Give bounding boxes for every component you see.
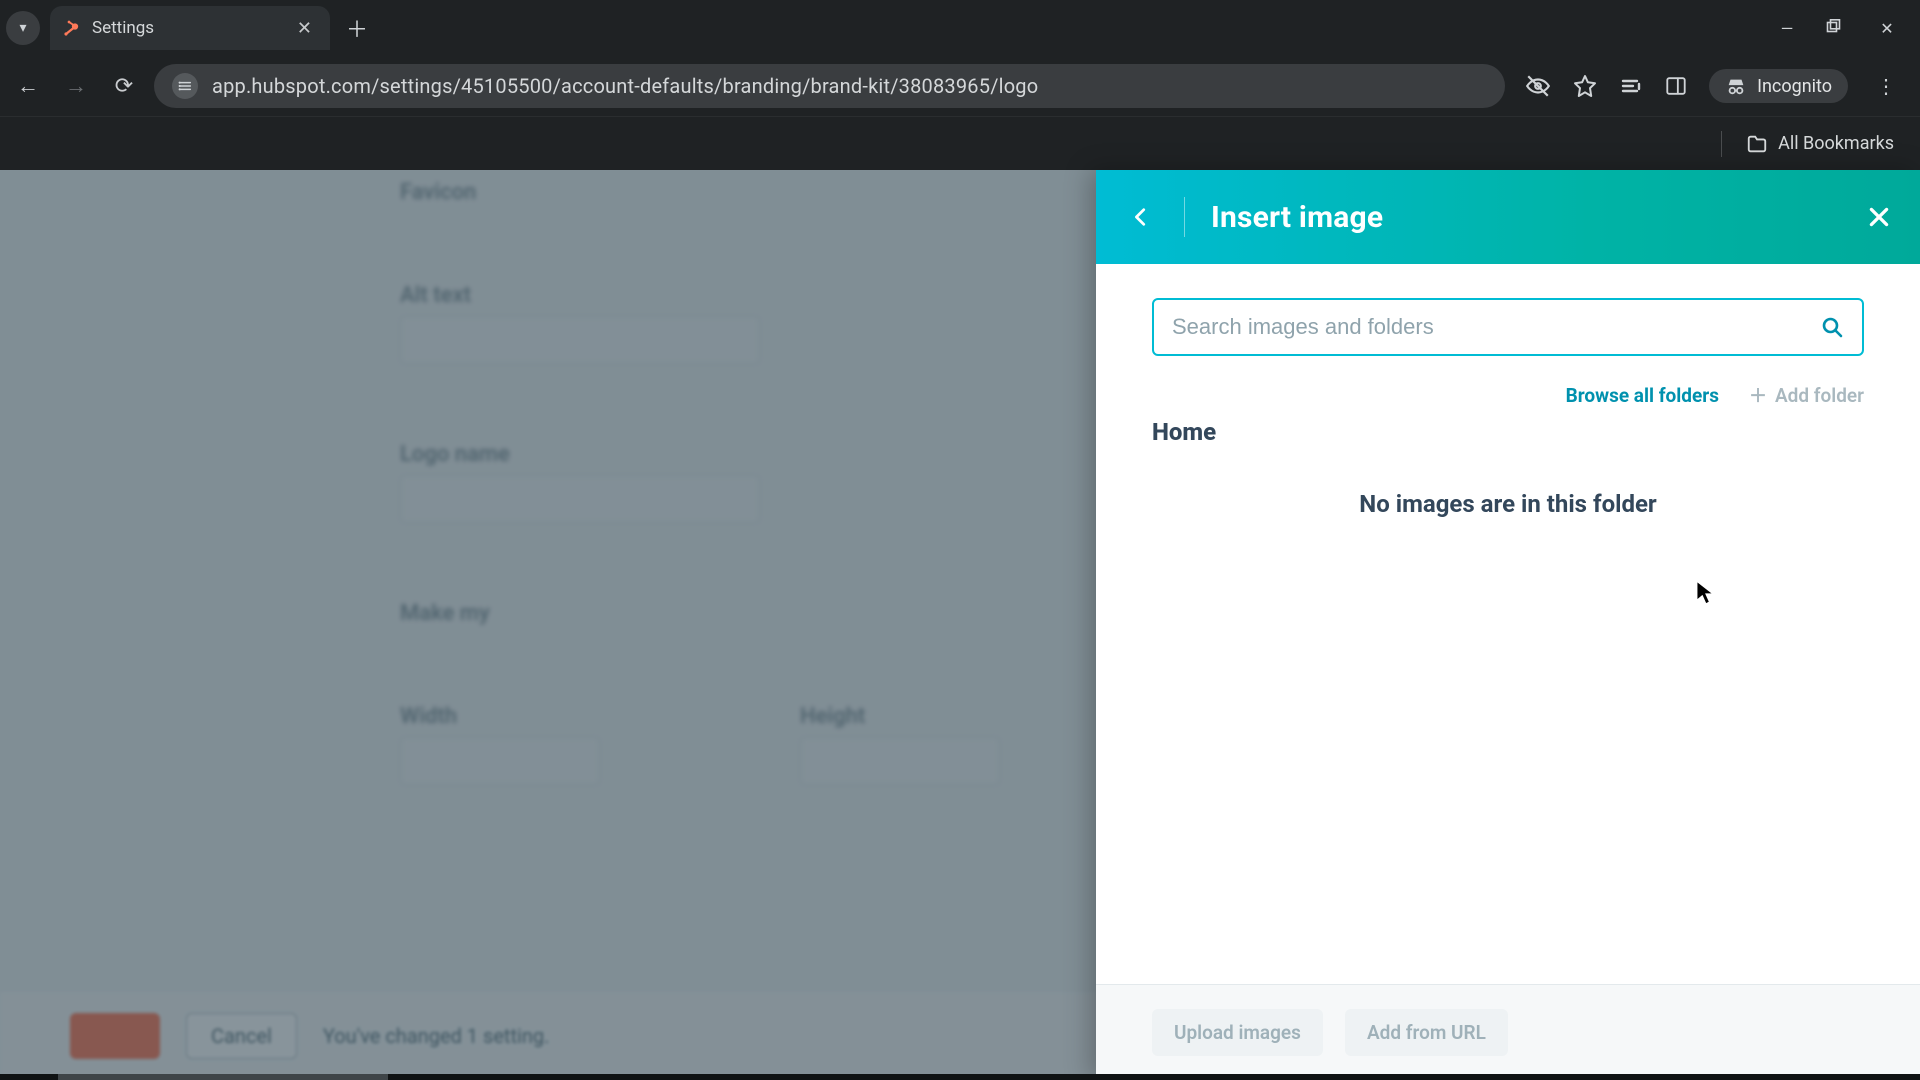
browse-all-folders-link[interactable]: Browse all folders — [1566, 384, 1719, 407]
insert-image-panel: Insert image Browse all folders ＋ Add fo… — [1096, 170, 1920, 1080]
tab-search-button[interactable]: ▾ — [6, 11, 40, 45]
address-bar[interactable]: app.hubspot.com/settings/45105500/accoun… — [154, 64, 1505, 108]
titlebar: ▾ Settings ✕ ＋ — ✕ — [0, 0, 1920, 56]
nav-back-button[interactable]: ← — [10, 68, 46, 104]
mouse-cursor-icon — [1696, 580, 1714, 606]
header-divider — [1184, 197, 1185, 237]
address-bar-row: ← → ⟳ app.hubspot.com/settings/45105500/… — [0, 56, 1920, 116]
incognito-label: Incognito — [1757, 76, 1832, 97]
chevron-left-icon — [1130, 206, 1152, 228]
new-tab-button[interactable]: ＋ — [330, 12, 384, 44]
add-folder-button[interactable]: ＋ Add folder — [1749, 382, 1864, 408]
empty-state-message: No images are in this folder — [1152, 490, 1864, 518]
page-viewport: Favicon Alt text Logo name Make my Width… — [0, 170, 1920, 1080]
panel-title: Insert image — [1211, 200, 1383, 235]
all-bookmarks-button[interactable]: All Bookmarks — [1746, 133, 1894, 155]
hubspot-favicon — [62, 18, 82, 38]
panel-header: Insert image — [1096, 170, 1920, 264]
search-input[interactable] — [1172, 314, 1820, 340]
tab-close-button[interactable]: ✕ — [297, 18, 312, 39]
add-folder-label: Add folder — [1775, 384, 1864, 407]
search-field-wrap[interactable] — [1152, 298, 1864, 356]
browser-chrome: ▾ Settings ✕ ＋ — ✕ ← → ⟳ app.hubspot.com… — [0, 0, 1920, 170]
incognito-chip[interactable]: Incognito — [1709, 69, 1848, 103]
all-bookmarks-label: All Bookmarks — [1778, 133, 1894, 154]
sidepanel-icon[interactable] — [1665, 75, 1687, 97]
search-icon[interactable] — [1820, 315, 1844, 339]
incognito-icon — [1725, 75, 1747, 97]
os-taskbar — [0, 1074, 1920, 1080]
window-minimize-button[interactable]: — — [1776, 19, 1798, 38]
window-controls: — ✕ — [1776, 19, 1920, 38]
close-icon — [1866, 204, 1892, 230]
browser-menu-button[interactable]: ⋮ — [1870, 74, 1902, 98]
bookmark-star-icon[interactable] — [1573, 74, 1597, 98]
taskbar-highlight — [58, 1074, 388, 1080]
panel-close-button[interactable] — [1866, 204, 1892, 230]
eye-off-icon[interactable] — [1525, 73, 1551, 99]
bookmarks-separator — [1721, 131, 1722, 157]
window-close-button[interactable]: ✕ — [1876, 19, 1898, 38]
bookmarks-bar: All Bookmarks — [0, 116, 1920, 170]
folder-breadcrumb: Home — [1152, 418, 1864, 446]
upload-images-button[interactable]: Upload images — [1152, 1009, 1323, 1056]
panel-back-button[interactable] — [1124, 200, 1158, 234]
panel-footer: Upload images Add from URL — [1096, 984, 1920, 1080]
media-control-icon[interactable] — [1619, 74, 1643, 98]
nav-forward-button[interactable]: → — [58, 68, 94, 104]
window-maximize-button[interactable] — [1826, 19, 1848, 38]
panel-body: Browse all folders ＋ Add folder Home No … — [1096, 264, 1920, 984]
folder-icon — [1746, 133, 1768, 155]
add-from-url-button[interactable]: Add from URL — [1345, 1009, 1508, 1056]
plus-icon: ＋ — [1749, 382, 1767, 408]
site-info-icon[interactable] — [172, 73, 198, 99]
toolbar-right: Incognito ⋮ — [1517, 69, 1910, 103]
url-text: app.hubspot.com/settings/45105500/accoun… — [212, 74, 1038, 98]
chevron-down-icon: ▾ — [19, 20, 26, 36]
tab-title: Settings — [92, 18, 154, 38]
browser-tab[interactable]: Settings ✕ — [50, 6, 330, 50]
panel-actions-row: Browse all folders ＋ Add folder — [1152, 382, 1864, 408]
nav-reload-button[interactable]: ⟳ — [106, 68, 142, 104]
